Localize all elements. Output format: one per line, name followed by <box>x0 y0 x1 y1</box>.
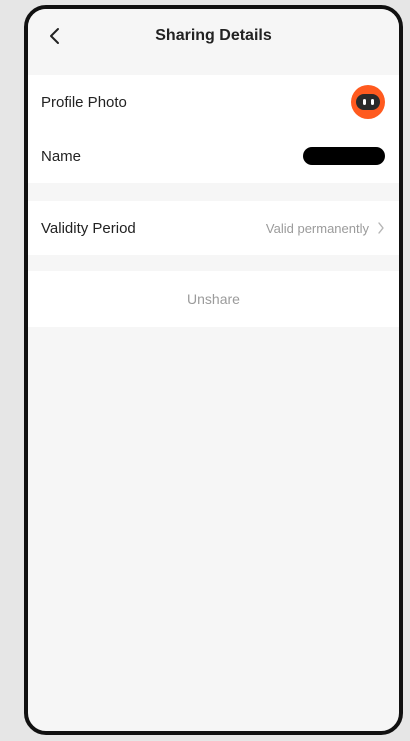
validity-card: Validity Period Valid permanently <box>28 201 399 255</box>
profile-photo-row: Profile Photo <box>28 75 399 129</box>
chevron-right-icon <box>378 222 384 234</box>
robot-avatar-icon <box>356 94 380 110</box>
unshare-button[interactable]: Unshare <box>28 271 399 327</box>
validity-period-row[interactable]: Validity Period Valid permanently <box>28 201 399 255</box>
app-header: Sharing Details <box>28 9 399 65</box>
redacted-name-value <box>303 147 385 165</box>
profile-card: Profile Photo Name <box>28 75 399 183</box>
unshare-card: Unshare <box>28 271 399 327</box>
page-title: Sharing Details <box>155 27 272 44</box>
phone-frame: Sharing Details Profile Photo Name Valid… <box>24 5 403 735</box>
validity-period-value[interactable]: Valid permanently <box>266 221 385 236</box>
profile-photo-label: Profile Photo <box>41 93 127 111</box>
name-label: Name <box>41 147 82 165</box>
name-row: Name <box>28 129 399 183</box>
validity-period-text: Valid permanently <box>265 220 369 236</box>
validity-period-label: Validity Period <box>41 219 136 237</box>
avatar <box>351 85 385 119</box>
